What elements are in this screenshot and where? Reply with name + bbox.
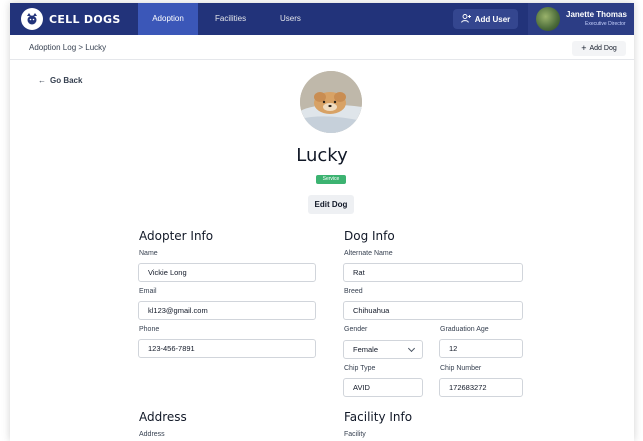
avatar xyxy=(536,7,560,31)
dog-info-title: Dog Info xyxy=(344,229,395,243)
logo-text: CELL DOGS xyxy=(49,12,121,26)
top-navbar: CELL DOGS Adoption Log Facilities Users … xyxy=(10,3,634,55)
graduation-age-field[interactable]: 12 xyxy=(439,339,523,358)
adopter-info-title: Adopter Info xyxy=(139,229,214,243)
alternate-name-field[interactable]: Rat xyxy=(343,263,523,282)
add-dog-button[interactable]: + Add Dog xyxy=(572,41,626,56)
chip-number-field[interactable]: 172683272 xyxy=(439,378,523,397)
go-back-label: Go Back xyxy=(50,76,83,85)
arrow-left-icon: ← xyxy=(38,76,46,85)
add-dog-label: Add Dog xyxy=(589,45,617,52)
adopter-name-field[interactable]: Vickie Long xyxy=(138,263,316,282)
facility-info-title: Facility Info xyxy=(344,410,413,424)
graduation-age-label: Graduation Age xyxy=(440,326,489,333)
edit-dog-button[interactable]: Edit Dog xyxy=(308,195,354,214)
logo[interactable]: CELL DOGS xyxy=(21,7,121,31)
user-role: Executive Director xyxy=(585,21,626,27)
add-user-button[interactable]: Add User xyxy=(453,9,518,29)
dog-photo xyxy=(300,71,362,133)
phone-label: Phone xyxy=(139,326,160,333)
app-window: CELL DOGS Adoption Log Facilities Users … xyxy=(10,3,634,441)
name-label: Name xyxy=(139,250,158,257)
tab-facilities[interactable]: Facilities xyxy=(207,3,254,35)
chip-type-label: Chip Type xyxy=(344,365,376,372)
adopter-email-field[interactable]: kl123@gmail.com xyxy=(138,301,316,320)
status-badge: Service xyxy=(316,175,346,184)
tab-adoption-log[interactable]: Adoption Log xyxy=(138,3,198,55)
user-menu[interactable]: Janette Thomas Executive Director xyxy=(528,3,634,35)
dog-name: Lucky xyxy=(296,145,348,166)
dog-logo-icon xyxy=(21,8,43,30)
chip-type-field[interactable]: AVID xyxy=(343,378,423,397)
tab-users[interactable]: Users xyxy=(272,3,309,35)
gender-select[interactable]: Female xyxy=(343,340,423,359)
chip-number-label: Chip Number xyxy=(440,365,482,372)
add-user-icon xyxy=(460,13,471,25)
breadcrumb-bar: Adoption Log > Lucky + Add Dog xyxy=(10,35,634,60)
breadcrumb[interactable]: Adoption Log > Lucky xyxy=(29,43,106,52)
email-label: Email xyxy=(139,288,157,295)
facility-label: Facility xyxy=(344,431,366,438)
gender-label: Gender xyxy=(344,326,368,333)
alternate-name-label: Alternate Name xyxy=(344,250,393,257)
adopter-phone-field[interactable]: 123-456-7891 xyxy=(138,339,316,358)
user-name: Janette Thomas xyxy=(566,10,627,19)
add-user-label: Add User xyxy=(474,14,511,24)
plus-icon: + xyxy=(581,43,587,53)
chevron-down-icon xyxy=(407,344,416,353)
gender-value: Female xyxy=(353,345,379,354)
address-label: Address xyxy=(139,431,165,438)
address-title: Address xyxy=(139,410,187,424)
breed-field[interactable]: Chihuahua xyxy=(343,301,523,320)
go-back-link[interactable]: ← Go Back xyxy=(38,76,82,85)
breed-label: Breed xyxy=(344,288,363,295)
